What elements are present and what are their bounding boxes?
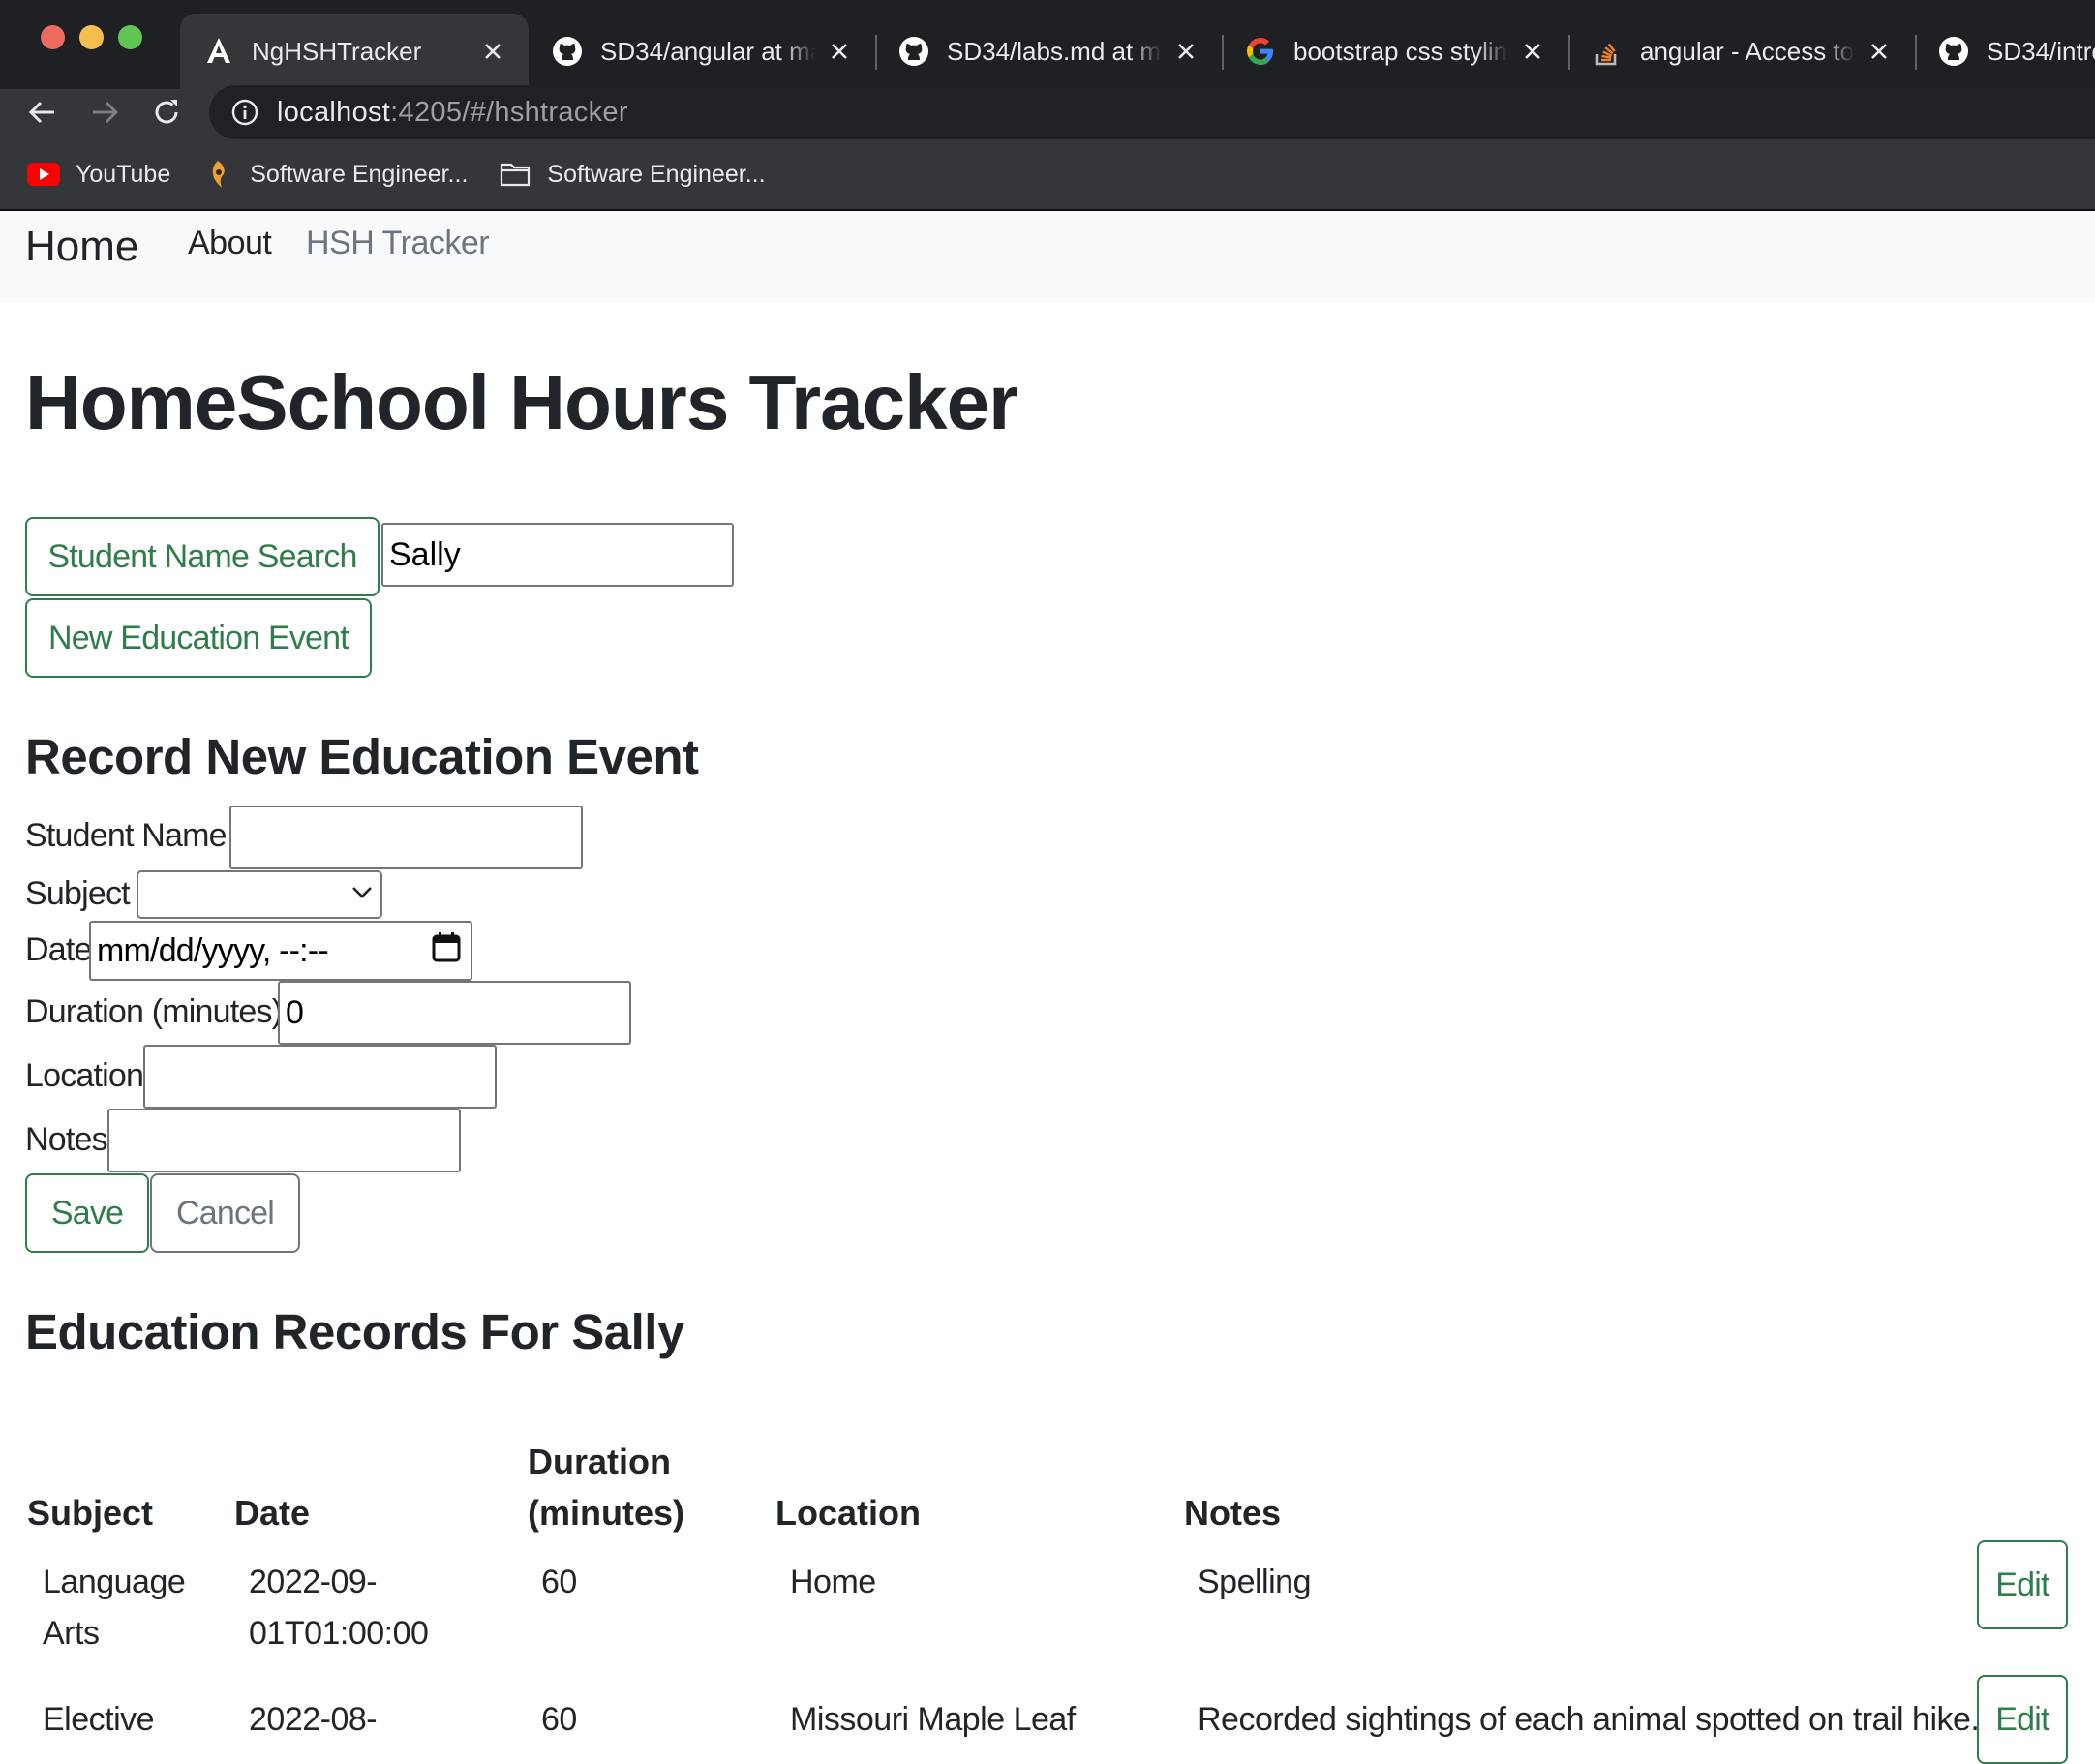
reload-button[interactable] — [145, 93, 188, 136]
close-icon[interactable] — [1518, 37, 1547, 66]
subject-label: Subject — [25, 875, 131, 912]
github-icon — [898, 36, 929, 67]
date-field[interactable]: mm/dd/yyyy, --:-- — [89, 921, 472, 981]
bookmark-label: Software Engineer... — [547, 160, 766, 188]
info-icon[interactable] — [230, 98, 259, 127]
column-header-subject: Subject — [27, 1493, 154, 1533]
bookmark-youtube[interactable]: YouTube — [27, 161, 170, 189]
close-icon[interactable] — [1171, 37, 1200, 66]
tab-title: SD34/angular at main — [600, 36, 815, 66]
records-heading: Education Records For Sally — [25, 1304, 684, 1359]
youtube-icon — [27, 161, 60, 188]
page-content: Home About HSH Tracker HomeSchool Hours … — [0, 211, 2095, 1764]
cell-subject-cont: Arts — [43, 1615, 100, 1652]
save-button[interactable]: Save — [25, 1173, 149, 1253]
cell-date-cont: 01T01:00:00 — [249, 1615, 429, 1652]
cell-duration: 60 — [541, 1564, 577, 1600]
column-header-date: Date — [234, 1493, 311, 1533]
folder-icon — [499, 161, 531, 188]
duration-label: Duration (minutes) — [25, 993, 283, 1030]
url-host: localhost — [277, 96, 391, 128]
bookmark-label: YouTube — [76, 160, 171, 188]
new-education-event-button[interactable]: New Education Event — [25, 598, 372, 678]
bookmark-favicon-icon — [201, 161, 234, 188]
tab-title: angular - Access to — [1640, 36, 1855, 66]
cell-duration: 60 — [541, 1701, 577, 1738]
bookmark-software-engineer[interactable]: Software Engineer... — [201, 161, 468, 189]
browser-tab-strip: NgHSHTracker SD34/angular at main SD34/l… — [0, 0, 2095, 89]
subject-select[interactable] — [137, 870, 382, 919]
cancel-button[interactable]: Cancel — [150, 1173, 300, 1253]
google-icon — [1245, 36, 1276, 67]
bookmark-folder[interactable]: Software Engineer... — [499, 160, 766, 189]
student-name-label: Student Name — [25, 817, 228, 854]
date-label: Date — [25, 931, 92, 968]
search-input[interactable]: Sally — [381, 523, 734, 587]
cell-location: Missouri Maple Leaf — [790, 1701, 1076, 1738]
github-icon — [552, 36, 583, 67]
bookmark-label: Software Engineer... — [250, 160, 469, 188]
notes-field[interactable] — [107, 1109, 461, 1172]
cell-subject: Language — [43, 1564, 186, 1600]
cell-notes: Spelling — [1198, 1564, 1311, 1600]
chevron-down-icon — [351, 886, 373, 904]
close-window-button[interactable] — [41, 25, 65, 49]
column-header-duration-unit: (minutes) — [528, 1493, 684, 1533]
arrow-left-icon — [27, 97, 58, 133]
cell-date: 2022-08- — [249, 1701, 378, 1738]
url-text: localhost:4205/#/hshtracker — [277, 97, 628, 129]
browser-tab[interactable]: NgHSHTracker — [180, 14, 529, 89]
nav-about-link[interactable]: About — [188, 225, 272, 262]
nav-home-link[interactable]: Home — [25, 223, 138, 271]
stackoverflow-icon — [1592, 36, 1623, 67]
date-placeholder: mm/dd/yyyy, --:-- — [97, 931, 329, 969]
notes-label: Notes — [25, 1121, 108, 1158]
form-heading: Record New Education Event — [25, 729, 699, 784]
duration-field[interactable]: 0 — [278, 981, 631, 1045]
browser-tab[interactable]: bootstrap css styling — [1222, 14, 1568, 89]
browser-tab[interactable]: SD34/labs.md at main — [875, 14, 1222, 89]
column-header-duration: Duration — [528, 1442, 671, 1481]
student-name-field[interactable] — [229, 806, 583, 869]
cell-notes: Recorded sightings of each animal spotte… — [1198, 1701, 1980, 1738]
student-name-search-button[interactable]: Student Name Search — [25, 517, 380, 596]
angular-icon — [203, 36, 234, 67]
close-icon[interactable] — [825, 37, 854, 66]
close-icon[interactable] — [1865, 37, 1894, 66]
column-header-notes: Notes — [1184, 1493, 1282, 1533]
github-icon — [1938, 36, 1969, 67]
nav-hsh-tracker-link[interactable]: HSH Tracker — [306, 225, 490, 262]
calendar-icon[interactable] — [432, 931, 461, 971]
top-navbar: Home About HSH Tracker — [0, 211, 2095, 302]
edit-button[interactable]: Edit — [1977, 1675, 2068, 1764]
back-button[interactable] — [21, 93, 64, 136]
arrow-right-icon — [89, 97, 120, 133]
page-title: HomeSchool Hours Tracker — [25, 359, 1018, 445]
location-label: Location — [25, 1057, 144, 1094]
reload-icon — [151, 97, 182, 133]
browser-tab[interactable]: angular - Access to — [1568, 14, 1915, 89]
location-field[interactable] — [143, 1045, 497, 1109]
bookmarks-bar: YouTube Software Engineer... Software En… — [0, 151, 797, 198]
tab-title: SD34/intro — [1987, 36, 2095, 66]
url-path: :4205/#/hshtracker — [390, 96, 628, 128]
tab-title: SD34/labs.md at main — [947, 36, 1162, 66]
tab-title: bootstrap css styling — [1293, 36, 1508, 66]
column-header-location: Location — [775, 1493, 921, 1533]
browser-tab[interactable]: SD34/angular at main — [529, 14, 875, 89]
cell-location: Home — [790, 1564, 876, 1600]
minimize-window-button[interactable] — [79, 25, 104, 49]
address-bar[interactable]: localhost:4205/#/hshtracker — [209, 85, 2095, 139]
maximize-window-button[interactable] — [118, 25, 142, 49]
cell-date: 2022-09- — [249, 1564, 378, 1600]
forward-button[interactable] — [83, 93, 126, 136]
cell-subject: Elective — [43, 1701, 155, 1738]
tab-title: NgHSHTracker — [252, 36, 422, 66]
edit-button[interactable]: Edit — [1977, 1540, 2068, 1629]
browser-tab[interactable]: SD34/intro — [1915, 14, 2095, 89]
close-icon[interactable] — [478, 37, 507, 66]
